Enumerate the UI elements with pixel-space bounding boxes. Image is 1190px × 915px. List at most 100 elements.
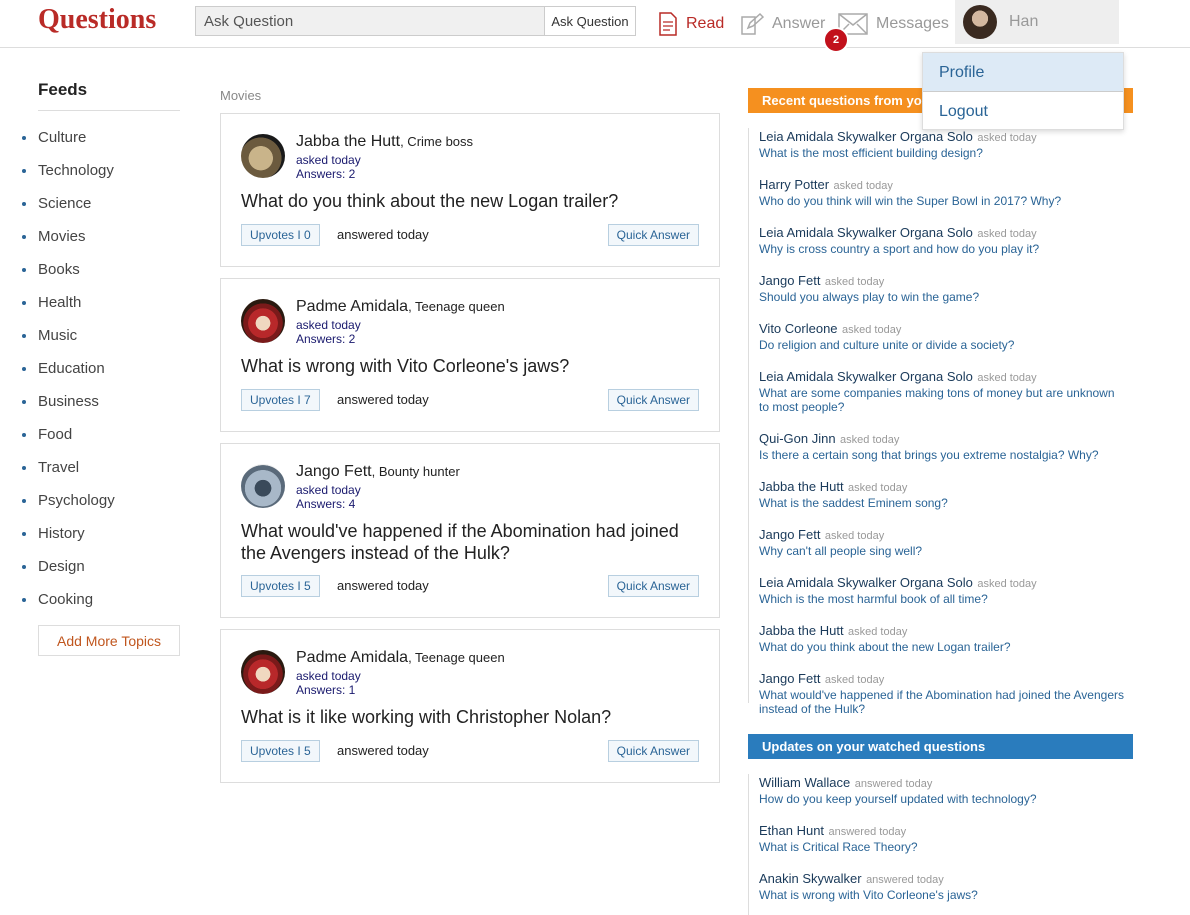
asked-time: asked today <box>296 669 361 683</box>
author-avatar[interactable] <box>241 464 285 508</box>
question-card: Jabba the Hutt, Crime boss asked today A… <box>220 113 720 267</box>
entry-time: asked today <box>824 530 885 542</box>
entry-question-link[interactable]: Do religion and culture unite or divide … <box>759 338 1124 352</box>
author-avatar[interactable] <box>241 134 285 178</box>
quick-answer-button[interactable]: Quick Answer <box>607 575 699 597</box>
menu-item-profile[interactable]: Profile <box>923 53 1123 92</box>
brand-logo[interactable]: Questions <box>38 4 156 36</box>
topic-item[interactable]: History <box>22 517 115 550</box>
list-item: Jango Fett asked today What would've happ… <box>759 670 1133 716</box>
add-more-topics-button[interactable]: Add More Topics <box>38 625 180 656</box>
topic-item[interactable]: Cooking <box>22 583 115 616</box>
topic-item[interactable]: Psychology <box>22 484 115 517</box>
quick-answer-button[interactable]: Quick Answer <box>607 740 699 762</box>
entry-author[interactable]: Leia Amidala Skywalker Organa Solo <box>759 129 973 144</box>
entry-question-link[interactable]: What is the saddest Eminem song? <box>759 496 1124 510</box>
topic-item[interactable]: Food <box>22 418 115 451</box>
entry-question-link[interactable]: Which is the most harmful book of all ti… <box>759 592 1124 606</box>
question-card: Jango Fett, Bounty hunter asked today An… <box>220 443 720 618</box>
author-avatar[interactable] <box>241 299 285 343</box>
entry-author[interactable]: Anakin Skywalker <box>759 871 862 886</box>
author-role: , Bounty hunter <box>371 464 460 479</box>
topic-item[interactable]: Culture <box>22 121 115 154</box>
asked-time: asked today <box>296 153 361 167</box>
entry-author[interactable]: Leia Amidala Skywalker Organa Solo <box>759 575 973 590</box>
ask-question-button[interactable]: Ask Question <box>544 6 636 36</box>
entry-author[interactable]: Jango Fett <box>759 273 820 288</box>
entry-author[interactable]: Harry Potter <box>759 177 829 192</box>
question-title[interactable]: What is it like working with Christopher… <box>241 706 701 728</box>
upvote-button[interactable]: Upvotes I 5 <box>241 740 320 762</box>
entry-time: asked today <box>977 578 1037 590</box>
nav-read[interactable]: Read <box>658 10 724 38</box>
search-input[interactable] <box>195 6 545 36</box>
entry-author[interactable]: William Wallace <box>759 775 850 790</box>
quick-answer-button[interactable]: Quick Answer <box>607 389 699 411</box>
author-name[interactable]: Padme Amidala <box>296 649 408 666</box>
entry-question-link[interactable]: What would've happened if the Abominatio… <box>759 688 1124 716</box>
entry-question-link[interactable]: What do you think about the new Logan tr… <box>759 640 1124 654</box>
quick-answer-button[interactable]: Quick Answer <box>607 224 699 246</box>
entry-question-link[interactable]: Why is cross country a sport and how do … <box>759 242 1124 256</box>
entry-question-link[interactable]: Should you always play to win the game? <box>759 290 1124 304</box>
author-name[interactable]: Padme Amidala <box>296 298 408 315</box>
author-name[interactable]: Jabba the Hutt <box>296 133 400 150</box>
user-menu-toggle[interactable]: Han <box>955 0 1119 44</box>
entry-author[interactable]: Jango Fett <box>759 527 820 542</box>
entry-question-link[interactable]: What are some companies making tons of m… <box>759 386 1124 414</box>
entry-author[interactable]: Ethan Hunt <box>759 823 824 838</box>
entry-time: asked today <box>842 324 902 336</box>
entry-question-link[interactable]: What is Critical Race Theory? <box>759 840 1124 854</box>
recent-questions-list: Leia Amidala Skywalker Organa Solo asked… <box>748 128 1133 716</box>
entry-author[interactable]: Leia Amidala Skywalker Organa Solo <box>759 369 973 384</box>
entry-author[interactable]: Jango Fett <box>759 671 820 686</box>
topic-item[interactable]: Movies <box>22 220 115 253</box>
entry-author[interactable]: Jabba the Hutt <box>759 479 844 494</box>
messages-badge: 2 <box>823 27 849 53</box>
topic-item[interactable]: Books <box>22 253 115 286</box>
entry-question-link[interactable]: Is there a certain song that brings you … <box>759 448 1124 462</box>
topic-item[interactable]: Business <box>22 385 115 418</box>
asked-time: asked today <box>296 318 361 332</box>
topic-item[interactable]: Science <box>22 187 115 220</box>
question-title[interactable]: What would've happened if the Abominatio… <box>241 520 701 564</box>
entry-question-link[interactable]: How do you keep yourself updated with te… <box>759 792 1124 806</box>
entry-question-link[interactable]: Why can't all people sing well? <box>759 544 1124 558</box>
topic-list: Culture Technology Science Movies Books … <box>22 121 115 616</box>
author-avatar[interactable] <box>241 650 285 694</box>
topic-item[interactable]: Technology <box>22 154 115 187</box>
list-item: Leia Amidala Skywalker Organa Solo asked… <box>759 128 1133 160</box>
menu-item-logout[interactable]: Logout <box>923 92 1123 131</box>
entry-question-link[interactable]: What is wrong with Vito Corleone's jaws? <box>759 888 1124 902</box>
upvote-button[interactable]: Upvotes I 0 <box>241 224 320 246</box>
topic-item[interactable]: Education <box>22 352 115 385</box>
entry-time: asked today <box>833 180 893 192</box>
entry-author[interactable]: Vito Corleone <box>759 321 838 336</box>
author-role: , Teenage queen <box>408 650 505 665</box>
question-title[interactable]: What do you think about the new Logan tr… <box>241 190 701 212</box>
question-title[interactable]: What is wrong with Vito Corleone's jaws? <box>241 355 701 377</box>
nav-answer[interactable]: Answer <box>740 10 825 38</box>
entry-time: answered today <box>854 778 933 790</box>
list-item: Jango Fett asked today Should you always … <box>759 272 1133 304</box>
nav-messages[interactable]: Messages <box>838 10 949 38</box>
entry-author[interactable]: Jabba the Hutt <box>759 623 844 638</box>
entry-question-link[interactable]: Who do you think will win the Super Bowl… <box>759 194 1124 208</box>
document-icon <box>659 12 677 36</box>
entry-question-link[interactable]: What is the most efficient building desi… <box>759 146 1124 160</box>
entry-author[interactable]: Leia Amidala Skywalker Organa Solo <box>759 225 973 240</box>
user-avatar <box>963 5 997 39</box>
upvote-button[interactable]: Upvotes I 7 <box>241 389 320 411</box>
topic-item[interactable]: Health <box>22 286 115 319</box>
entry-author[interactable]: Qui-Gon Jinn <box>759 431 836 446</box>
list-item: Jango Fett asked today Why can't all peop… <box>759 526 1133 558</box>
entry-time: asked today <box>977 372 1037 384</box>
topic-item[interactable]: Music <box>22 319 115 352</box>
topic-item[interactable]: Travel <box>22 451 115 484</box>
upvote-button[interactable]: Upvotes I 5 <box>241 575 320 597</box>
author-name[interactable]: Jango Fett <box>296 463 372 480</box>
nav-answer-label: Answer <box>772 15 826 32</box>
topic-item[interactable]: Design <box>22 550 115 583</box>
asked-time: asked today <box>296 483 361 497</box>
list-item: Anakin Skywalker answered today What is w… <box>759 870 1133 902</box>
